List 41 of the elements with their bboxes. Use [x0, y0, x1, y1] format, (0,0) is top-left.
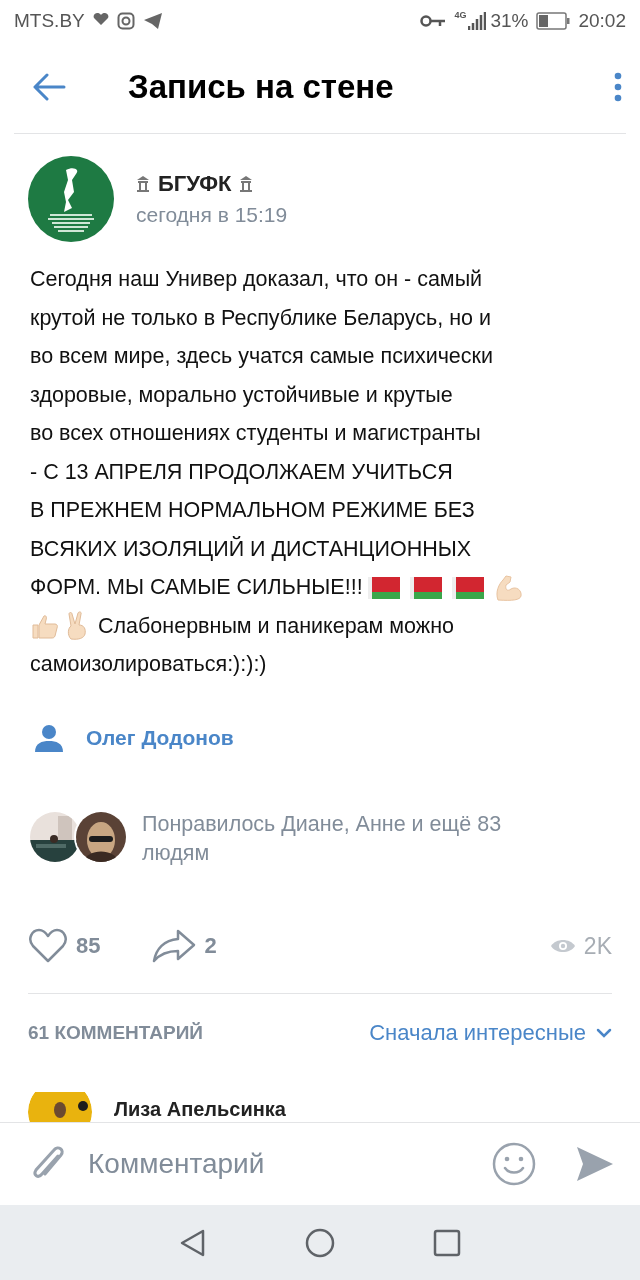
- battery-percent: 31%: [490, 9, 529, 32]
- signal-icon: [468, 10, 487, 31]
- home-nav-button[interactable]: [305, 1227, 335, 1258]
- key-icon: [420, 13, 447, 28]
- author-name[interactable]: БГУФК: [158, 171, 232, 198]
- camera-icon: [116, 11, 135, 30]
- likes-summary[interactable]: Понравилось Диане, Анне и ещё 83 людям: [142, 809, 557, 868]
- comment-count: 61 КОММЕНТАРИЙ: [28, 1022, 203, 1044]
- flag-icon: [366, 574, 401, 601]
- thumbs-up-icon: [30, 612, 60, 641]
- paper-plane-icon: [142, 11, 163, 30]
- signer-link[interactable]: Олег Додонов: [86, 725, 234, 750]
- building-icon: [136, 175, 150, 194]
- comment-field[interactable]: Комментарий: [86, 1147, 472, 1181]
- battery-icon: [536, 11, 571, 30]
- building-icon: [239, 175, 254, 194]
- back-button[interactable]: [32, 73, 66, 102]
- network-type: 4G: [454, 10, 467, 20]
- post-text: ФОРМ. МЫ САМЫЕ СИЛЬНЫЕ!!!: [30, 574, 363, 602]
- eye-icon: [549, 938, 576, 955]
- post-time: сегодня в 15:19: [136, 203, 288, 228]
- flag-icon: [408, 574, 443, 601]
- carrier-name: MTS.BY: [14, 9, 85, 32]
- chevron-down-icon: [596, 1028, 612, 1038]
- like-button[interactable]: 85: [28, 928, 101, 965]
- flag-icon: [450, 574, 485, 601]
- post-text: Сегодня наш Универ доказал, что он - самый крутой не только в Республике Беларусь, но и во всем мире, здесь учатся самые психически здоровые, морально устойчивые и крутые во всех отношениях студенты и магистранты - С 13 АПРЕЛЯ ПРОДОЛЖАЕМ УЧИТЬСЯ В ПРЕЖНЕМ НОРМАЛЬНОМ РЕЖИМЕ БЕЗ ВСЯКИХ ИЗОЛЯЦИЙ И ДИСТАНЦИОННЫХ: [30, 266, 493, 563]
- sort-dropdown[interactable]: Сначала интересные: [369, 1020, 612, 1046]
- more-button[interactable]: [614, 72, 622, 103]
- back-nav-button[interactable]: [179, 1227, 207, 1258]
- university-logo[interactable]: [28, 156, 114, 243]
- view-count: 2K: [583, 932, 612, 960]
- recents-nav-button[interactable]: [433, 1228, 461, 1257]
- emoji-button[interactable]: [492, 1142, 536, 1186]
- comment-author[interactable]: Лиза Апельсинка: [114, 1098, 286, 1122]
- send-button[interactable]: [576, 1145, 614, 1183]
- person-icon: [34, 723, 64, 752]
- post-text: самоизолироваться:):):): [30, 651, 267, 679]
- clock: 20:02: [578, 9, 626, 32]
- screen-title: Запись на стене: [128, 68, 395, 107]
- post-text: Слабонервным и паникерам можно: [98, 612, 455, 640]
